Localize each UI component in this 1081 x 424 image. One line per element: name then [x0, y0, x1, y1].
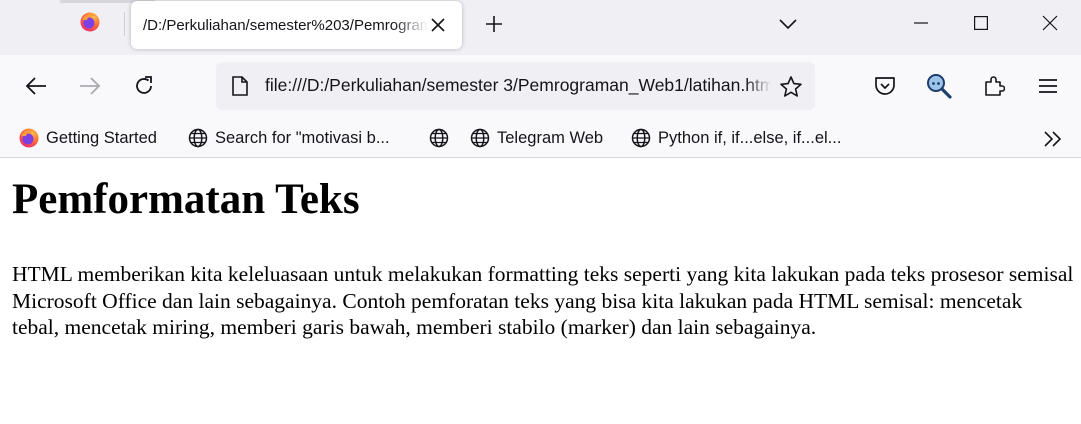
page-icon[interactable]	[228, 74, 252, 98]
reload-icon	[136, 76, 152, 94]
active-tab[interactable]: /D:/Perkuliahan/semester%203/Pemrograman…	[131, 1, 462, 49]
page-heading: Pemformatan Teks	[12, 176, 360, 223]
globe-icon	[469, 127, 491, 149]
firefox-icon	[18, 127, 40, 149]
bookmark-telegram-web[interactable]: Telegram Web	[469, 125, 603, 151]
pocket-button[interactable]	[868, 69, 902, 103]
close-window-button[interactable]	[1020, 0, 1080, 46]
double-chevron-right-icon	[1044, 131, 1062, 147]
minimize-icon	[914, 22, 928, 24]
back-button[interactable]	[19, 69, 53, 103]
list-all-tabs-button[interactable]	[774, 10, 802, 38]
new-tab-button[interactable]	[480, 10, 508, 38]
close-icon	[1042, 15, 1058, 31]
bookmark-getting-started[interactable]: Getting Started	[18, 125, 157, 151]
bookmark-label: Telegram Web	[497, 128, 604, 147]
globe-icon	[630, 127, 652, 149]
maximize-button[interactable]	[951, 0, 1011, 46]
pinned-tab[interactable]	[60, 0, 155, 48]
chevron-down-icon	[779, 19, 797, 30]
tab-title: /D:/Perkuliahan/semester%203/Pemrograman…	[143, 16, 428, 34]
page-content: Pemformatan Teks HTML memberikan kita ke…	[0, 159, 1081, 424]
search-extension-button[interactable]	[922, 69, 956, 103]
bookmark-label: Getting Started	[46, 128, 157, 147]
close-icon	[431, 18, 445, 32]
globe-icon	[428, 127, 450, 149]
firefox-icon	[79, 11, 101, 38]
menu-button[interactable]	[1031, 69, 1065, 103]
plus-icon	[486, 16, 502, 32]
back-arrow-icon	[25, 77, 46, 95]
close-tab-button[interactable]	[426, 13, 450, 37]
minimize-button[interactable]	[891, 0, 951, 46]
bookmarks-toolbar: Getting Started Search for "motivasi b..…	[0, 119, 1081, 158]
search-extension-icon	[927, 74, 952, 99]
bookmark-label: Search for "motivasi b...	[215, 128, 390, 147]
tab-strip: /D:/Perkuliahan/semester%203/Pemrograman…	[0, 0, 1081, 55]
page-paragraph: HTML memberikan kita keleluasaan untuk m…	[12, 262, 1074, 339]
menu-icon	[1039, 79, 1057, 93]
more-bookmarks-button[interactable]	[1040, 126, 1066, 152]
bookmark-star-button[interactable]	[778, 74, 804, 100]
forward-arrow-icon	[80, 77, 101, 95]
forward-button[interactable]	[73, 69, 107, 103]
pocket-icon	[875, 77, 895, 95]
bookmark-python-if[interactable]: Python if, if...else, if...el...	[630, 125, 841, 151]
star-icon	[780, 76, 802, 97]
bookmark-unnamed[interactable]	[428, 125, 456, 151]
extensions-icon	[985, 76, 1005, 96]
bookmark-label: Python if, if...else, if...el...	[658, 128, 842, 147]
maximize-icon	[974, 16, 988, 30]
url-bar[interactable]: file:///D:/Perkuliahan/semester 3/Pemrog…	[216, 62, 815, 110]
url-text[interactable]: file:///D:/Perkuliahan/semester 3/Pemrog…	[265, 75, 771, 96]
globe-icon	[187, 127, 209, 149]
tab-separator	[124, 12, 125, 36]
reload-button[interactable]	[127, 69, 161, 103]
extensions-button[interactable]	[977, 69, 1011, 103]
navigation-toolbar: file:///D:/Perkuliahan/semester 3/Pemrog…	[0, 55, 1081, 119]
bookmark-search-motivasi[interactable]: Search for "motivasi b...	[187, 125, 390, 151]
